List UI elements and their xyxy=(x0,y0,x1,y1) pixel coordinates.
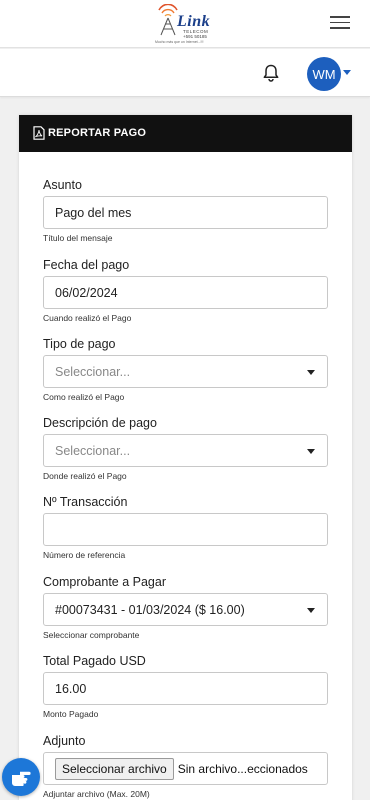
file-status-text: Sin archivo...eccionados xyxy=(177,761,308,776)
brand-slogan: Mucho más que un Internet...!!! xyxy=(155,40,204,44)
total-paid-help: Monto Pagado xyxy=(43,709,99,719)
brand-logo[interactable]: Link TELECOM +591 50185 Mucho más que un… xyxy=(155,4,219,44)
payment-type-value: Seleccionar... xyxy=(55,364,131,379)
card-header: REPORTAR PAGO xyxy=(19,115,352,152)
transaction-number-input[interactable] xyxy=(43,513,328,546)
menu-icon[interactable] xyxy=(330,16,350,30)
card-title: REPORTAR PAGO xyxy=(48,127,147,139)
voucher-select[interactable]: #00073431 - 01/03/2024 ($ 16.00) xyxy=(43,593,328,626)
transaction-number-field: Nº Transacción Número de referencia xyxy=(43,495,328,560)
subject-field: Asunto Pago del mes Título del mensaje xyxy=(43,178,328,243)
voucher-value: #00073431 - 01/03/2024 ($ 16.00) xyxy=(55,602,245,617)
hand-pointer-icon xyxy=(12,771,31,786)
voucher-field: Comprobante a Pagar #00073431 - 01/03/20… xyxy=(43,575,328,640)
payment-date-input[interactable]: 06/02/2024 xyxy=(43,276,328,309)
attachment-file-input[interactable]: Seleccionar archivo Sin archivo...eccion… xyxy=(43,752,328,785)
attachment-label: Adjunto xyxy=(43,734,86,748)
payment-type-label: Tipo de pago xyxy=(43,337,116,351)
payment-type-help: Como realizó el Pago xyxy=(43,392,125,402)
subject-label: Asunto xyxy=(43,178,82,192)
payment-description-label: Descripción de pago xyxy=(43,416,157,430)
payment-date-field: Fecha del pago 06/02/2024 Cuando realizó… xyxy=(43,258,328,323)
subject-input[interactable]: Pago del mes xyxy=(43,196,328,229)
total-paid-label: Total Pagado USD xyxy=(43,654,146,668)
payment-description-select[interactable]: Seleccionar... xyxy=(43,434,328,467)
payment-date-help: Cuando realizó el Pago xyxy=(43,313,132,323)
bell-icon[interactable] xyxy=(261,63,281,83)
attachment-help: Adjuntar archivo (Max. 20M) xyxy=(43,789,150,799)
user-bar: WM xyxy=(0,49,370,97)
caret-down-icon[interactable] xyxy=(343,70,351,75)
transaction-number-help: Número de referencia xyxy=(43,550,126,560)
payment-description-help: Donde realizó el Pago xyxy=(43,471,127,481)
voucher-label: Comprobante a Pagar xyxy=(43,575,166,589)
brand-phone: +591 50185 xyxy=(183,34,207,39)
transaction-number-label: Nº Transacción xyxy=(43,495,128,509)
caret-down-icon xyxy=(307,449,315,454)
caret-down-icon xyxy=(307,608,315,613)
payment-type-select[interactable]: Seleccionar... xyxy=(43,355,328,388)
total-paid-input[interactable]: 16.00 xyxy=(43,672,328,705)
payment-date-label: Fecha del pago xyxy=(43,258,130,272)
caret-down-icon xyxy=(307,370,315,375)
payment-description-field: Descripción de pago Seleccionar... Donde… xyxy=(43,416,328,481)
floating-help-button[interactable] xyxy=(2,758,40,796)
payment-report-card: REPORTAR PAGO Asunto Pago del mes Título… xyxy=(19,115,352,800)
choose-file-button[interactable]: Seleccionar archivo xyxy=(55,757,174,780)
attachment-field: Adjunto Seleccionar archivo Sin archivo.… xyxy=(43,734,328,799)
pdf-file-icon xyxy=(33,126,45,140)
avatar[interactable]: WM xyxy=(307,57,341,91)
payment-description-value: Seleccionar... xyxy=(55,443,131,458)
total-paid-field: Total Pagado USD 16.00 Monto Pagado xyxy=(43,654,328,719)
subject-help: Título del mensaje xyxy=(43,233,113,243)
voucher-help: Seleccionar comprobante xyxy=(43,630,140,640)
payment-type-field: Tipo de pago Seleccionar... Como realizó… xyxy=(43,337,328,402)
top-navbar: Link TELECOM +591 50185 Mucho más que un… xyxy=(0,0,370,48)
